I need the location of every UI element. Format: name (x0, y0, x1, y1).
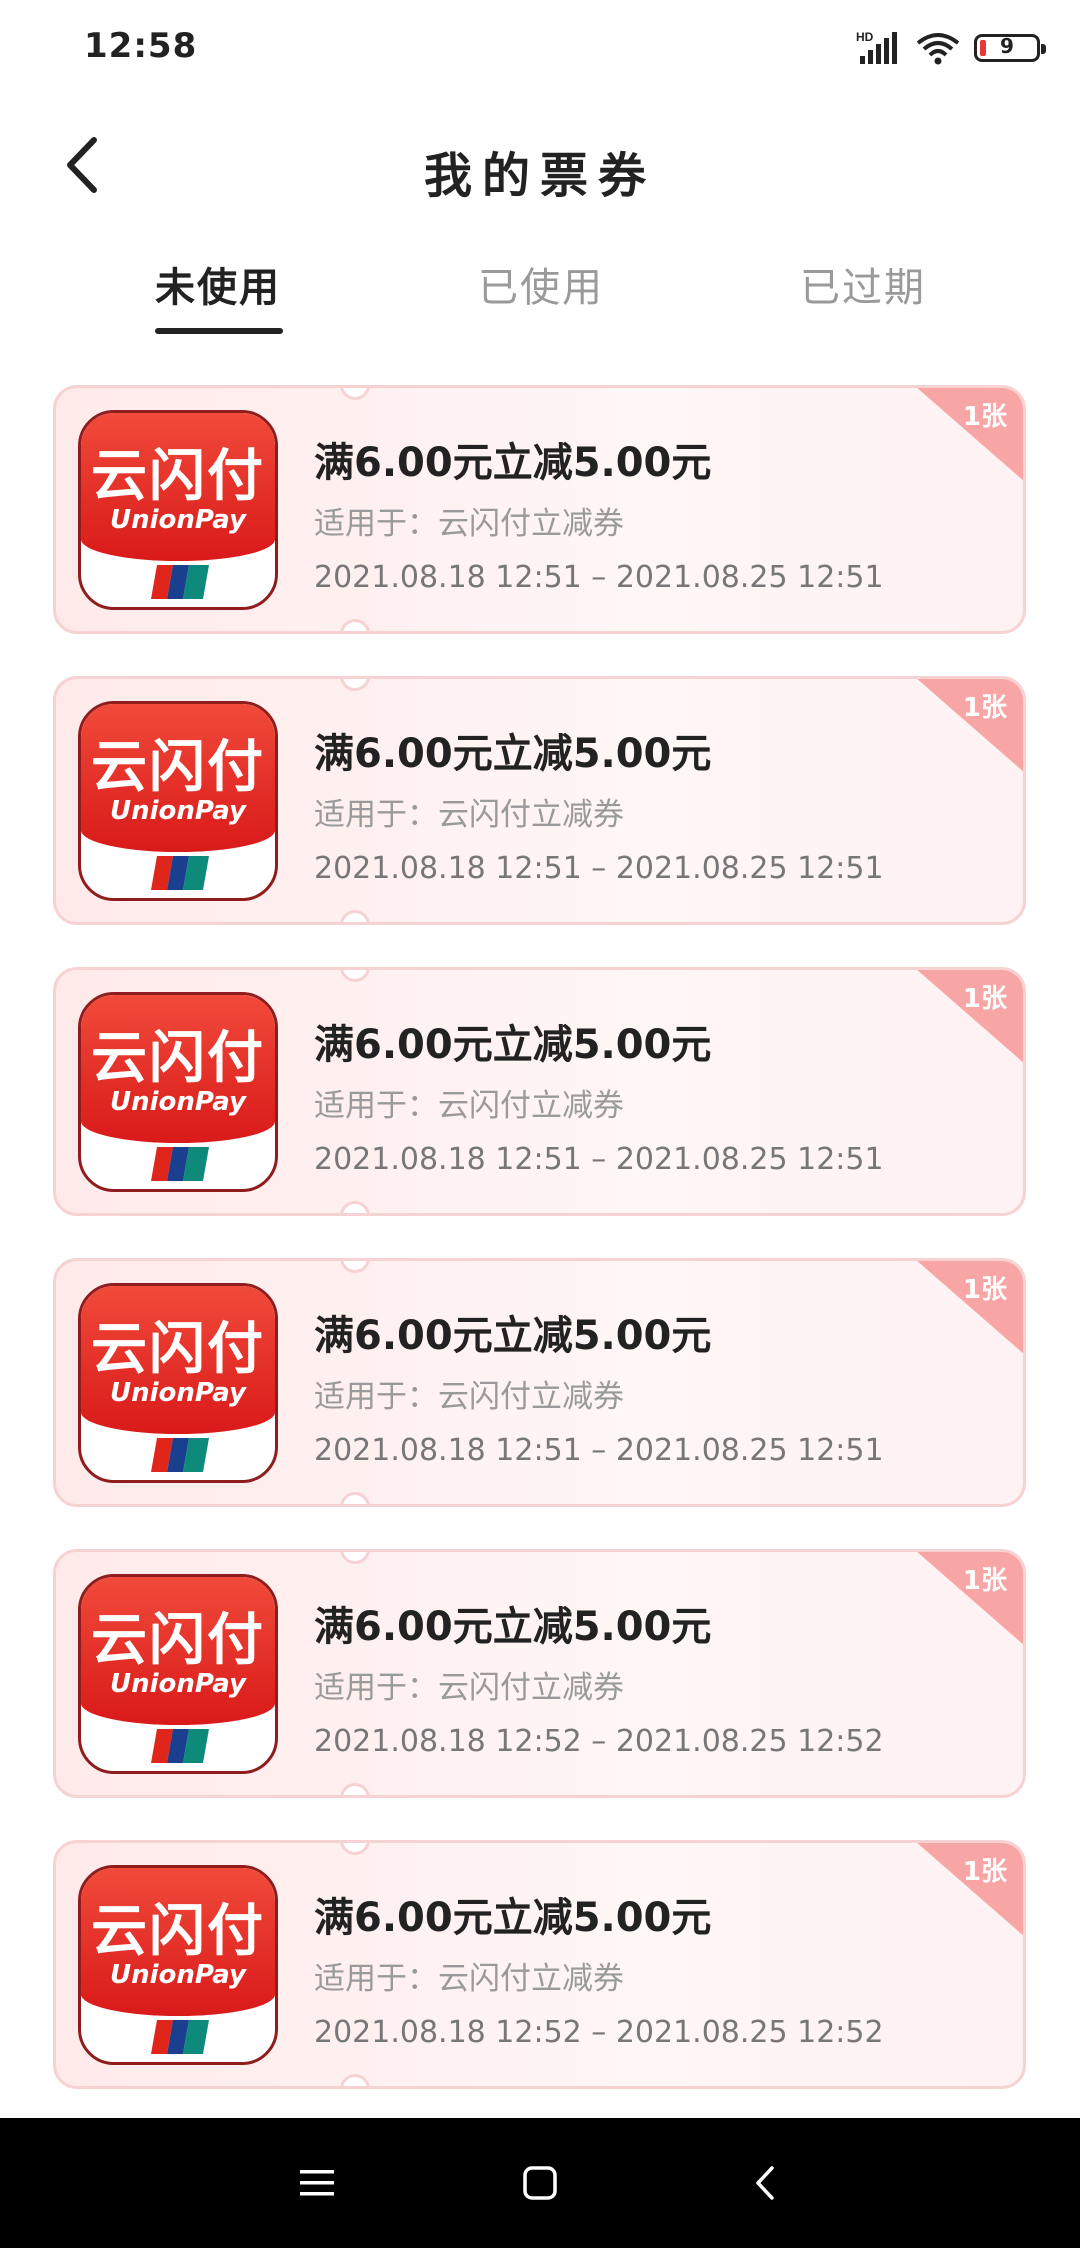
unionpay-logo: 云闪付 UnionPay (78, 1574, 278, 1774)
coupon-title: 满6.00元立减5.00元 (314, 731, 712, 777)
logo-text-cn: 云闪付 (91, 1899, 265, 1964)
logo-text-en: UnionPay (110, 1669, 246, 1699)
status-bar: 12:58 HD 9 (0, 0, 1080, 96)
tab-expired[interactable]: 已过期 (800, 255, 926, 313)
count-badge: 1张 (962, 1275, 1007, 1305)
coupon-scope: 适用于：云闪付立减券 (314, 797, 624, 833)
coupon-scope: 适用于：云闪付立减券 (314, 1088, 624, 1124)
system-nav-bar (0, 2118, 1080, 2248)
count-badge: 1张 (962, 1566, 1007, 1596)
battery-level: 9 (1000, 34, 1014, 58)
unionpay-mark-icon (151, 1147, 209, 1181)
coupon-scope: 适用于：云闪付立减券 (314, 506, 624, 542)
logo-text-en: UnionPay (110, 1378, 246, 1408)
logo-text-cn: 云闪付 (91, 1317, 265, 1382)
ticket-notch (340, 1783, 370, 1795)
coupon-title: 满6.00元立减5.00元 (314, 1022, 712, 1068)
coupon-scope: 适用于：云闪付立减券 (314, 1670, 624, 1706)
logo-text-cn: 云闪付 (91, 1608, 265, 1673)
ticket-notch (340, 970, 370, 982)
coupon-card[interactable]: 1张 云闪付 UnionPay 满6.00元立减5.00元 适用于：云闪付立减券… (53, 385, 1026, 634)
unionpay-logo: 云闪付 UnionPay (78, 701, 278, 901)
coupon-scope: 适用于：云闪付立减券 (314, 1379, 624, 1415)
page-header: 我的票券 (0, 110, 1080, 220)
home-square-icon[interactable] (515, 2158, 565, 2208)
coupon-validity-period: 2021.08.18 12:51 – 2021.08.25 12:51 (314, 851, 884, 886)
logo-text-cn: 云闪付 (91, 1026, 265, 1091)
count-badge: 1张 (962, 1857, 1007, 1887)
unionpay-mark-icon (151, 565, 209, 599)
tab-used[interactable]: 已使用 (478, 255, 604, 313)
unionpay-logo: 云闪付 UnionPay (78, 992, 278, 1192)
tab-unused[interactable]: 未使用 (155, 255, 281, 313)
unionpay-mark-icon (151, 1438, 209, 1472)
coupon-scope: 适用于：云闪付立减券 (314, 1961, 624, 1997)
network-label: HD (856, 30, 874, 44)
logo-text-cn: 云闪付 (91, 735, 265, 800)
coupon-title: 满6.00元立减5.00元 (314, 1895, 712, 1941)
unionpay-logo: 云闪付 UnionPay (78, 1865, 278, 2065)
coupon-validity-period: 2021.08.18 12:52 – 2021.08.25 12:52 (314, 2015, 884, 2050)
logo-text-cn: 云闪付 (91, 444, 265, 509)
coupon-title: 满6.00元立减5.00元 (314, 1313, 712, 1359)
ticket-notch (340, 388, 370, 400)
coupon-card[interactable]: 1张 云闪付 UnionPay 满6.00元立减5.00元 适用于：云闪付立减券… (53, 967, 1026, 1216)
ticket-notch (340, 2074, 370, 2086)
ticket-notch (340, 910, 370, 922)
logo-text-en: UnionPay (110, 1087, 246, 1117)
status-icons: HD 9 (856, 28, 1046, 68)
ticket-notch (340, 1201, 370, 1213)
coupon-title: 满6.00元立减5.00元 (314, 1604, 712, 1650)
ticket-notch (340, 1492, 370, 1504)
page-title: 我的票券 (423, 148, 656, 204)
tab-bar: 未使用 已使用 已过期 (0, 255, 1080, 335)
count-badge: 1张 (962, 693, 1007, 723)
coupon-validity-period: 2021.08.18 12:52 – 2021.08.25 12:52 (314, 1724, 884, 1759)
ticket-notch (340, 679, 370, 691)
coupon-card[interactable]: 1张 云闪付 UnionPay 满6.00元立减5.00元 适用于：云闪付立减券… (53, 1258, 1026, 1507)
unionpay-mark-icon (151, 856, 209, 890)
unionpay-mark-icon (151, 2020, 209, 2054)
battery-icon: 9 (974, 34, 1046, 62)
unionpay-logo: 云闪付 UnionPay (78, 410, 278, 610)
unionpay-mark-icon (151, 1729, 209, 1763)
count-badge: 1张 (962, 402, 1007, 432)
coupon-validity-period: 2021.08.18 12:51 – 2021.08.25 12:51 (314, 1433, 884, 1468)
unionpay-logo: 云闪付 UnionPay (78, 1283, 278, 1483)
ticket-notch (340, 1552, 370, 1564)
logo-text-en: UnionPay (110, 796, 246, 826)
tab-active-indicator (155, 328, 283, 334)
menu-icon[interactable] (292, 2158, 342, 2208)
logo-text-en: UnionPay (110, 1960, 246, 1990)
logo-text-en: UnionPay (110, 505, 246, 535)
wifi-icon (916, 33, 960, 65)
coupon-validity-period: 2021.08.18 12:51 – 2021.08.25 12:51 (314, 1142, 884, 1177)
ticket-notch (340, 619, 370, 631)
signal-icon: HD (856, 30, 897, 64)
count-badge: 1张 (962, 984, 1007, 1014)
ticket-notch (340, 1843, 370, 1855)
coupon-title: 满6.00元立减5.00元 (314, 440, 712, 486)
status-time: 12:58 (84, 26, 198, 66)
coupon-card[interactable]: 1张 云闪付 UnionPay 满6.00元立减5.00元 适用于：云闪付立减券… (53, 1549, 1026, 1798)
back-triangle-icon[interactable] (742, 2158, 792, 2208)
coupon-validity-period: 2021.08.18 12:51 – 2021.08.25 12:51 (314, 560, 884, 595)
coupon-card[interactable]: 1张 云闪付 UnionPay 满6.00元立减5.00元 适用于：云闪付立减券… (53, 676, 1026, 925)
ticket-notch (340, 1261, 370, 1273)
coupon-card[interactable]: 1张 云闪付 UnionPay 满6.00元立减5.00元 适用于：云闪付立减券… (53, 1840, 1026, 2089)
